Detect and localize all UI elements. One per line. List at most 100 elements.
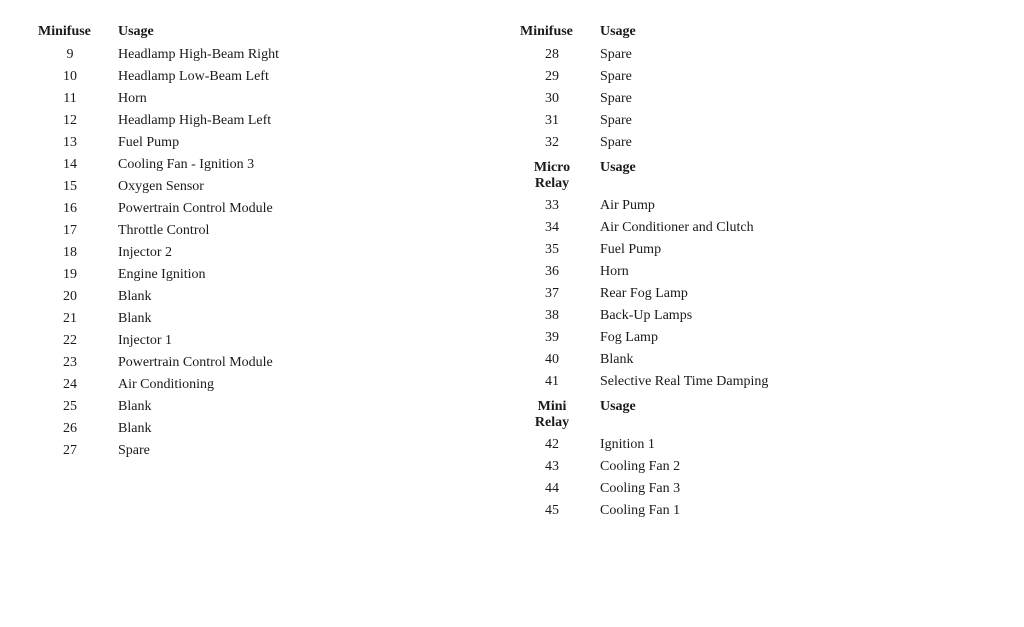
mini-relay-header-row: Mini RelayUsage <box>512 393 994 434</box>
table-row: 11Horn <box>30 88 512 110</box>
table-row: 13Fuel Pump <box>30 132 512 154</box>
row-number: 10 <box>30 66 110 88</box>
row-usage: Headlamp High-Beam Left <box>110 110 512 132</box>
row-number: 17 <box>30 220 110 242</box>
row-number: 26 <box>30 418 110 440</box>
row-number: 11 <box>30 88 110 110</box>
row-usage: Fog Lamp <box>592 327 994 349</box>
table-row: 21Blank <box>30 308 512 330</box>
row-usage: Rear Fog Lamp <box>592 283 994 305</box>
table-row: 19Engine Ignition <box>30 264 512 286</box>
table-row: 9Headlamp High-Beam Right <box>30 44 512 66</box>
right-table: Minifuse Usage 28Spare29Spare30Spare31Sp… <box>512 20 994 522</box>
row-number: 19 <box>30 264 110 286</box>
row-usage: Blank <box>110 308 512 330</box>
table-row: 10Headlamp Low-Beam Left <box>30 66 512 88</box>
table-row: 40Blank <box>512 349 994 371</box>
table-row: 35Fuel Pump <box>512 239 994 261</box>
table-row: 20Blank <box>30 286 512 308</box>
row-usage: Blank <box>592 349 994 371</box>
row-usage: Spare <box>110 440 512 462</box>
table-row: 31Spare <box>512 110 994 132</box>
left-table-section: Minifuse Usage 9Headlamp High-Beam Right… <box>30 20 512 522</box>
row-number: 44 <box>512 478 592 500</box>
row-usage: Spare <box>592 88 994 110</box>
row-usage: Ignition 1 <box>592 434 994 456</box>
table-row: 17Throttle Control <box>30 220 512 242</box>
row-usage: Spare <box>592 66 994 88</box>
row-usage: Headlamp Low-Beam Left <box>110 66 512 88</box>
row-usage: Fuel Pump <box>110 132 512 154</box>
left-header-usage: Usage <box>110 20 512 44</box>
micro-relay-header-row: Micro RelayUsage <box>512 154 994 195</box>
row-number: 32 <box>512 132 592 154</box>
row-usage: Oxygen Sensor <box>110 176 512 198</box>
row-number: 37 <box>512 283 592 305</box>
micro-relay-usage-label: Usage <box>592 154 994 195</box>
row-usage: Headlamp High-Beam Right <box>110 44 512 66</box>
right-header-usage: Usage <box>592 20 994 44</box>
table-row: 28Spare <box>512 44 994 66</box>
table-row: 14Cooling Fan - Ignition 3 <box>30 154 512 176</box>
row-number: 24 <box>30 374 110 396</box>
left-table: Minifuse Usage 9Headlamp High-Beam Right… <box>30 20 512 462</box>
row-usage: Blank <box>110 418 512 440</box>
row-usage: Air Conditioner and Clutch <box>592 217 994 239</box>
table-row: 23Powertrain Control Module <box>30 352 512 374</box>
tables-wrapper: Minifuse Usage 9Headlamp High-Beam Right… <box>30 20 994 522</box>
table-row: 29Spare <box>512 66 994 88</box>
row-usage: Back-Up Lamps <box>592 305 994 327</box>
table-row: 36Horn <box>512 261 994 283</box>
row-number: 23 <box>30 352 110 374</box>
row-usage: Blank <box>110 396 512 418</box>
row-number: 22 <box>30 330 110 352</box>
table-row: 30Spare <box>512 88 994 110</box>
row-usage: Horn <box>592 261 994 283</box>
row-number: 43 <box>512 456 592 478</box>
row-number: 25 <box>30 396 110 418</box>
micro-relay-label: Micro Relay <box>512 154 592 195</box>
row-usage: Throttle Control <box>110 220 512 242</box>
row-number: 21 <box>30 308 110 330</box>
row-number: 28 <box>512 44 592 66</box>
row-usage: Engine Ignition <box>110 264 512 286</box>
row-number: 9 <box>30 44 110 66</box>
table-row: 26Blank <box>30 418 512 440</box>
table-row: 45Cooling Fan 1 <box>512 500 994 522</box>
row-number: 40 <box>512 349 592 371</box>
row-number: 18 <box>30 242 110 264</box>
row-number: 30 <box>512 88 592 110</box>
table-row: 43Cooling Fan 2 <box>512 456 994 478</box>
row-number: 45 <box>512 500 592 522</box>
table-row: 34Air Conditioner and Clutch <box>512 217 994 239</box>
row-usage: Cooling Fan 3 <box>592 478 994 500</box>
row-usage: Powertrain Control Module <box>110 198 512 220</box>
row-number: 42 <box>512 434 592 456</box>
row-number: 41 <box>512 371 592 393</box>
row-number: 14 <box>30 154 110 176</box>
row-usage: Injector 1 <box>110 330 512 352</box>
table-row: 15Oxygen Sensor <box>30 176 512 198</box>
row-usage: Fuel Pump <box>592 239 994 261</box>
row-number: 16 <box>30 198 110 220</box>
table-row: 24Air Conditioning <box>30 374 512 396</box>
table-row: 38Back-Up Lamps <box>512 305 994 327</box>
row-number: 13 <box>30 132 110 154</box>
row-number: 20 <box>30 286 110 308</box>
row-usage: Spare <box>592 132 994 154</box>
table-row: 44Cooling Fan 3 <box>512 478 994 500</box>
table-row: 22Injector 1 <box>30 330 512 352</box>
row-number: 38 <box>512 305 592 327</box>
table-row: 18Injector 2 <box>30 242 512 264</box>
row-number: 35 <box>512 239 592 261</box>
row-usage: Spare <box>592 44 994 66</box>
row-number: 27 <box>30 440 110 462</box>
row-usage: Cooling Fan 2 <box>592 456 994 478</box>
row-usage: Horn <box>110 88 512 110</box>
row-usage: Injector 2 <box>110 242 512 264</box>
row-number: 31 <box>512 110 592 132</box>
right-table-section: Minifuse Usage 28Spare29Spare30Spare31Sp… <box>512 20 994 522</box>
right-header-minifuse: Minifuse <box>512 20 592 44</box>
table-row: 32Spare <box>512 132 994 154</box>
row-usage: Spare <box>592 110 994 132</box>
